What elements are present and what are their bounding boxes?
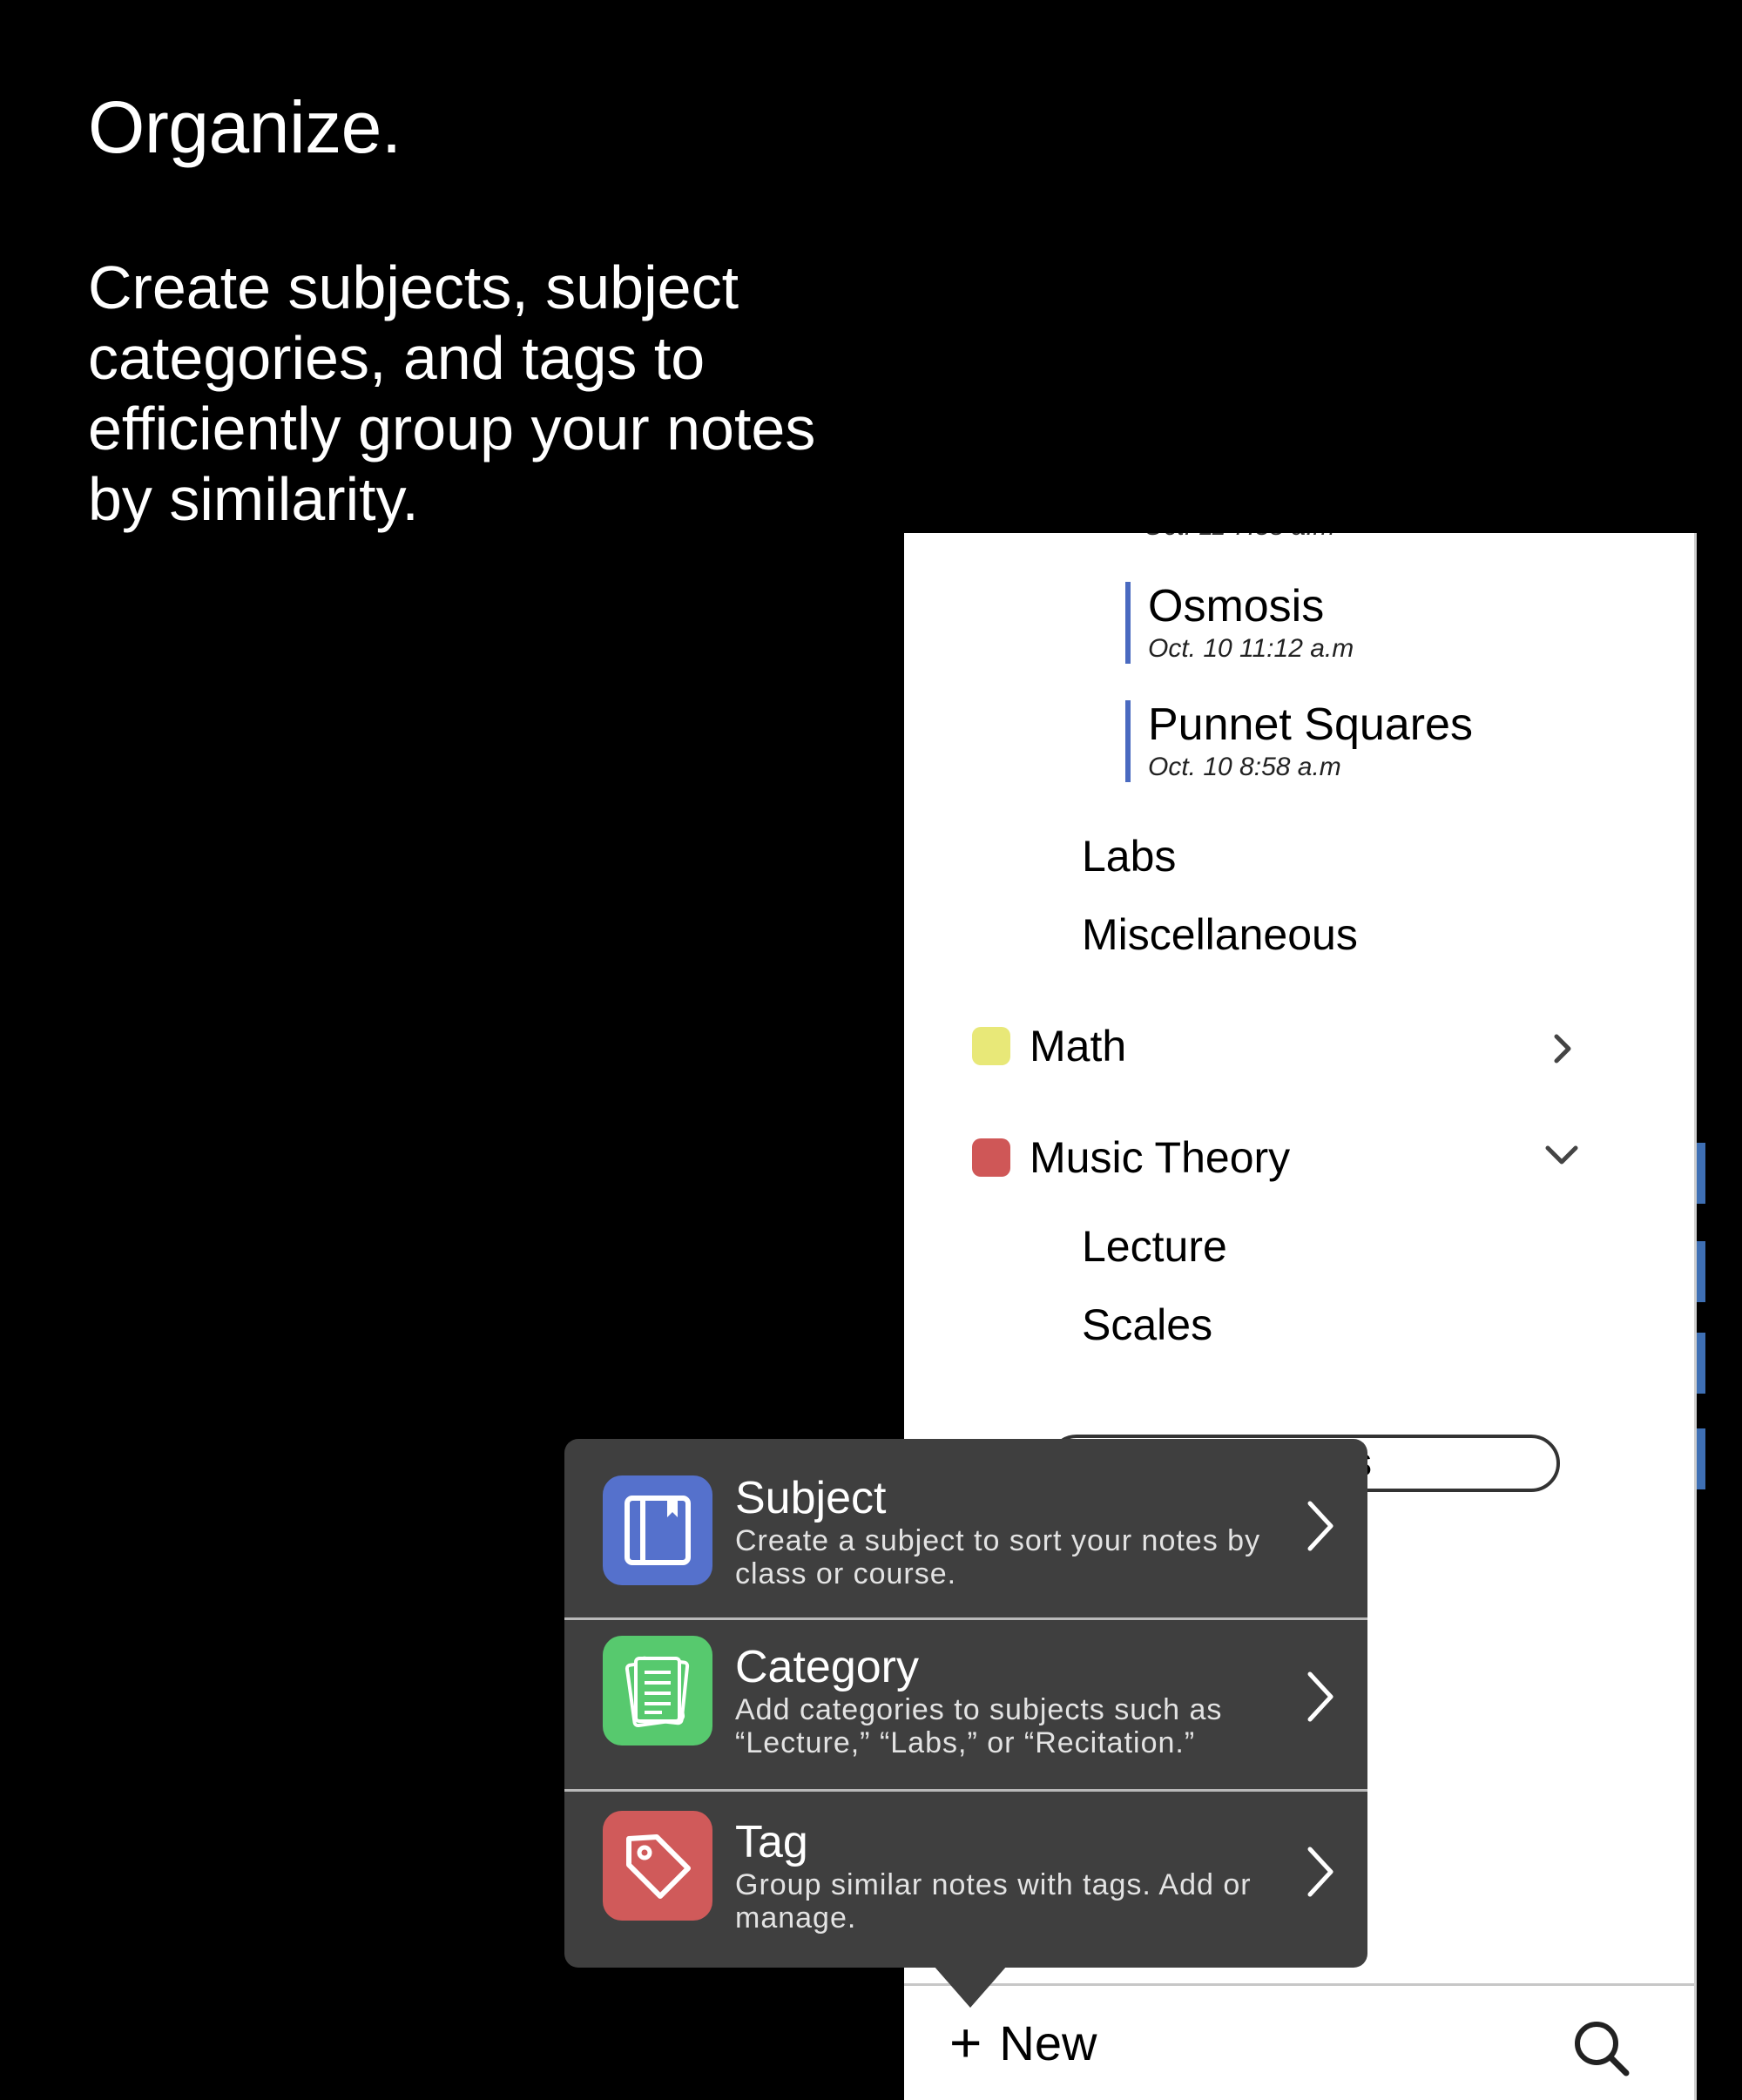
subject-math[interactable]: Math <box>972 1021 1126 1071</box>
subject-color-swatch <box>972 1027 1010 1065</box>
new-item-popup: Subject Create a subject to sort your no… <box>564 1439 1367 1968</box>
tag-icon <box>603 1811 712 1921</box>
popup-item-description: Add categories to subjects such as “Lect… <box>735 1693 1223 1759</box>
popup-item-title: Subject <box>735 1473 887 1523</box>
category-scales[interactable]: Scales <box>1082 1300 1212 1350</box>
bottom-toolbar: + New <box>904 1983 1697 2100</box>
popup-item-title: Tag <box>735 1817 808 1867</box>
new-button-label: New <box>999 2015 1097 2070</box>
notes-stack-icon <box>603 1636 712 1745</box>
popup-item-subject[interactable]: Subject Create a subject to sort your no… <box>564 1439 1367 1613</box>
chevron-right-icon <box>1307 1671 1334 1722</box>
category-miscellaneous[interactable]: Miscellaneous <box>1082 909 1358 960</box>
popup-pointer <box>934 1966 1007 2008</box>
headline: Organize. <box>88 86 402 168</box>
panel-divider <box>1694 533 1697 2100</box>
note-item-punnet-squares[interactable]: Punnet Squares Oct. 10 8:58 a.m <box>1125 700 1473 782</box>
new-button[interactable]: + New <box>949 2010 1097 2075</box>
note-date: Oct. 10 11:12 a.m <box>1148 634 1354 663</box>
note-title: Punnet Squares <box>1148 699 1473 750</box>
note-item-osmosis[interactable]: Osmosis Oct. 10 11:12 a.m <box>1125 582 1354 664</box>
popup-item-description: Create a subject to sort your notes by c… <box>735 1524 1261 1590</box>
book-icon <box>603 1475 712 1585</box>
chevron-right-icon <box>1307 1847 1334 1897</box>
subject-music-theory[interactable]: Music Theory <box>972 1132 1290 1183</box>
search-icon[interactable] <box>1570 2017 1631 2078</box>
popup-item-tag[interactable]: Tag Group similar notes with tags. Add o… <box>564 1792 1367 1966</box>
note-title: Osmosis <box>1148 581 1325 631</box>
subhead: Create subjects, subject categories, and… <box>88 253 816 533</box>
chevron-down-icon[interactable] <box>1544 1138 1579 1172</box>
popup-item-category[interactable]: Category Add categories to subjects such… <box>564 1620 1367 1794</box>
category-lecture[interactable]: Lecture <box>1082 1221 1227 1272</box>
chevron-right-icon <box>1307 1501 1334 1551</box>
popup-item-title: Category <box>735 1642 919 1692</box>
plus-icon: + <box>949 2011 982 2074</box>
chevron-right-icon[interactable] <box>1544 1031 1579 1066</box>
popup-item-description: Group similar notes with tags. Add or ma… <box>735 1868 1252 1935</box>
note-date-cutoff: Oct. 11 7:58 a.m <box>1144 533 1335 542</box>
subject-label: Music Theory <box>1030 1133 1291 1182</box>
category-labs[interactable]: Labs <box>1082 831 1176 881</box>
subject-color-swatch <box>972 1138 1010 1177</box>
subject-label: Math <box>1030 1022 1127 1070</box>
note-date: Oct. 10 8:58 a.m <box>1148 753 1341 781</box>
